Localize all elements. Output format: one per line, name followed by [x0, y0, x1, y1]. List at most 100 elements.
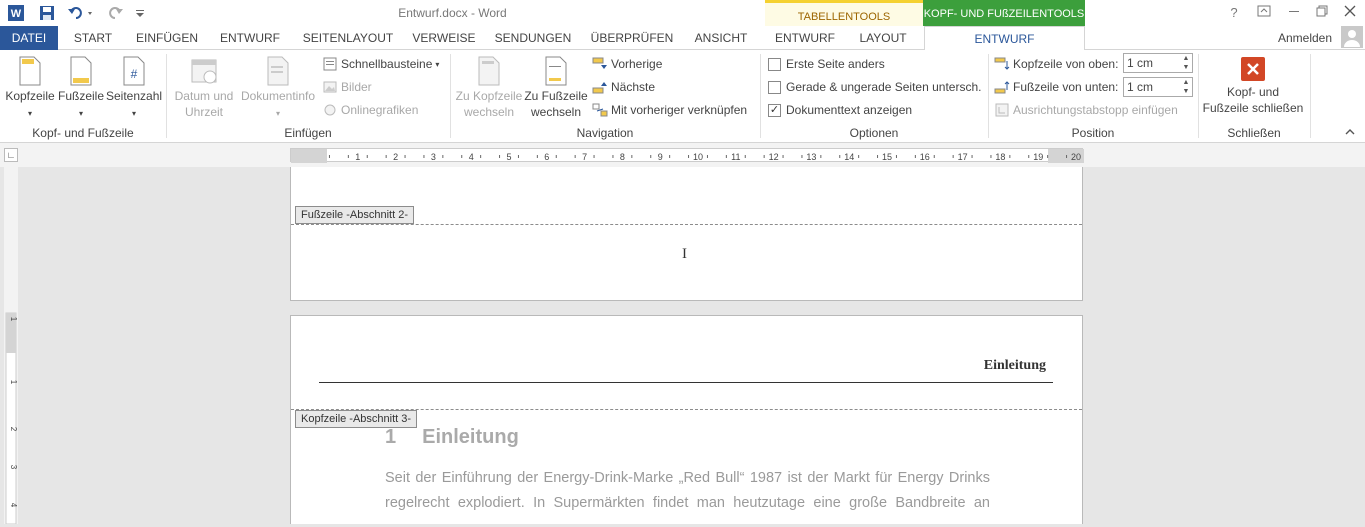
ruler-number: 1: [355, 152, 360, 162]
tab-view[interactable]: ANSICHT: [688, 26, 754, 50]
insert-alignment-tab-button[interactable]: Ausrichtungstabstopp einfügen: [994, 100, 1178, 120]
header-from-top-label-row: Kopfzeile von oben:: [994, 54, 1118, 74]
heading-text: Einleitung: [422, 426, 519, 448]
next-button[interactable]: Nächste: [592, 77, 655, 97]
heading-1[interactable]: 1 Einleitung: [385, 426, 519, 449]
different-first-label: Erste Seite anders: [786, 57, 885, 71]
close-header-footer-button[interactable]: Kopf- und Fußzeile schließen: [1200, 54, 1306, 116]
sign-in-link[interactable]: Anmelden: [1272, 26, 1338, 50]
page-number-button[interactable]: # Seitenzahl ▾: [106, 54, 162, 122]
calendar-icon: [191, 59, 217, 84]
close-window-icon[interactable]: [1340, 4, 1360, 22]
group-label-close: Schließen: [1227, 126, 1281, 140]
quick-parts-button[interactable]: Schnellbausteine ▾: [322, 54, 439, 74]
ribbon-display-options-icon[interactable]: [1254, 4, 1274, 22]
goto-header-button[interactable]: Zu Kopfzeile wechseln: [454, 54, 524, 120]
header-from-top-label: Kopfzeile von oben:: [1013, 57, 1119, 71]
ruler-number: 17: [958, 152, 968, 162]
pictures-label: Bilder: [341, 80, 372, 94]
spinner-arrows-icon[interactable]: ▲ ▼: [1180, 78, 1192, 96]
vertical-ruler-number: 2: [9, 427, 18, 432]
different-odd-even-label: Gerade & ungerade Seiten untersch.: [786, 80, 982, 94]
previous-button[interactable]: Vorherige: [592, 54, 662, 74]
link-to-previous-button[interactable]: Mit vorheriger verknüpfen: [592, 100, 747, 120]
page-1[interactable]: Fußzeile -Abschnitt 2- I: [290, 167, 1083, 301]
online-picture-icon: [322, 102, 338, 118]
tab-selector-icon[interactable]: ∟: [4, 148, 18, 162]
ruler-number: 16: [920, 152, 930, 162]
vertical-ruler[interactable]: 1 1 2 3 4: [4, 167, 18, 525]
online-pictures-button[interactable]: Onlinegrafiken: [322, 100, 418, 120]
previous-label: Vorherige: [611, 57, 663, 71]
alignment-tab-icon: [994, 102, 1010, 118]
pictures-button[interactable]: Bilder: [322, 77, 372, 97]
page-number-icon: #: [123, 56, 145, 86]
tab-table-design[interactable]: ENTWURF: [770, 26, 840, 50]
collapse-ribbon-icon[interactable]: [1344, 126, 1358, 140]
tab-insert[interactable]: EINFÜGEN: [132, 26, 202, 50]
different-odd-even-checkbox[interactable]: Gerade & ungerade Seiten untersch.: [768, 77, 981, 97]
insert-alignment-tab-label: Ausrichtungstabstopp einfügen: [1013, 103, 1178, 117]
group-label-insert: Einfügen: [284, 126, 332, 140]
group-label-position: Position: [1071, 126, 1115, 140]
different-first-page-checkbox[interactable]: Erste Seite anders: [768, 54, 885, 74]
close-header-footer-label-1: Kopf- und: [1226, 85, 1280, 99]
checkbox-unchecked-icon: [768, 57, 781, 71]
tab-mailings[interactable]: SENDUNGEN: [490, 26, 576, 50]
restore-icon[interactable]: [1312, 4, 1332, 22]
goto-footer-label-1: Zu Fußzeile: [524, 89, 588, 103]
horizontal-ruler[interactable]: 1 2 3 4 5 6 7 8 9 10 11 12 13 14 15 16 17 18 19 20: [290, 148, 1084, 163]
group-label-navigation: Navigation: [576, 126, 634, 140]
footer-position-icon: [994, 79, 1010, 95]
page-2[interactable]: Einleitung Kopfzeile -Abschnitt 3- 1 Einl…: [290, 315, 1083, 524]
header-rule: [319, 382, 1053, 383]
header-button[interactable]: Kopfzeile ▾: [4, 54, 56, 122]
ruler-number: 3: [431, 152, 436, 162]
help-button[interactable]: ?: [1224, 4, 1244, 22]
tab-page-layout[interactable]: SEITENLAYOUT: [298, 26, 398, 50]
ruler-number: 11: [731, 152, 740, 162]
ruler-number: 7: [582, 152, 587, 162]
goto-header-label-1: Zu Kopfzeile: [455, 89, 523, 103]
horizontal-ruler-bar: ∟ 1 2 3 4 5 6 7 8 9 10 11 12 13 14 15 16 17 18 19 20: [0, 143, 1365, 167]
ruler-number: 2: [393, 152, 398, 162]
ribbon: Kopfzeile ▾ Fußzeile ▾ # Seitenzahl ▾ Kopf-…: [0, 50, 1365, 143]
ruler-number: 4: [469, 152, 474, 162]
checkbox-checked-icon: ✓: [768, 103, 781, 117]
footer-from-bottom-input[interactable]: 1 cm ▲ ▼: [1123, 77, 1193, 97]
tab-header-footer-design[interactable]: ENTWURF: [924, 26, 1085, 51]
close-header-footer-icon: [1241, 57, 1265, 81]
ruler-number: 19: [1033, 152, 1043, 162]
footer-from-bottom-label-row: Fußzeile von unten:: [994, 77, 1118, 97]
link-previous-icon: [592, 102, 608, 118]
quick-parts-label: Schnellbausteine: [341, 57, 433, 71]
body-line-2: regelrecht explodiert. In Supermärkten f…: [385, 495, 990, 511]
footer-button[interactable]: Fußzeile ▾: [56, 54, 106, 122]
show-document-text-checkbox[interactable]: ✓ Dokumenttext anzeigen: [768, 100, 912, 120]
tab-design[interactable]: ENTWURF: [215, 26, 285, 50]
document-info-button[interactable]: Dokumentinfo ▾: [236, 54, 320, 122]
body-paragraph[interactable]: Seit der Einführung der Energy-Drink-Mar…: [385, 466, 990, 516]
text-cursor-ibeam-icon: I: [682, 246, 687, 262]
tab-table-layout[interactable]: LAYOUT: [850, 26, 916, 50]
minimize-icon[interactable]: [1284, 4, 1304, 22]
header-from-top-input[interactable]: 1 cm ▲ ▼: [1123, 53, 1193, 73]
date-time-button[interactable]: Datum und Uhrzeit: [172, 54, 236, 120]
tab-references[interactable]: VERWEISE: [409, 26, 479, 50]
page-number-label: Seitenzahl: [106, 89, 163, 103]
footer-from-bottom-label: Fußzeile von unten:: [1013, 80, 1119, 94]
user-avatar-icon[interactable]: [1341, 26, 1363, 48]
spinner-arrows-icon[interactable]: ▲ ▼: [1180, 54, 1192, 72]
tab-start[interactable]: START: [64, 26, 122, 50]
ruler-number: 5: [506, 152, 511, 162]
tab-review[interactable]: ÜBERPRÜFEN: [588, 26, 676, 50]
footer-from-bottom-value: 1 cm: [1127, 80, 1154, 94]
ruler-number: 6: [544, 152, 549, 162]
document-info-label: Dokumentinfo: [240, 89, 316, 103]
document-canvas[interactable]: Fußzeile -Abschnitt 2- I Einleitung Kopf…: [24, 167, 1365, 524]
ruler-number: 8: [620, 152, 625, 162]
vertical-ruler-scale: 1 1 2 3 4: [5, 312, 18, 525]
header-text[interactable]: Einleitung: [984, 358, 1046, 374]
tab-file[interactable]: DATEI: [0, 26, 58, 50]
goto-footer-button[interactable]: Zu Fußzeile wechseln: [524, 54, 588, 120]
